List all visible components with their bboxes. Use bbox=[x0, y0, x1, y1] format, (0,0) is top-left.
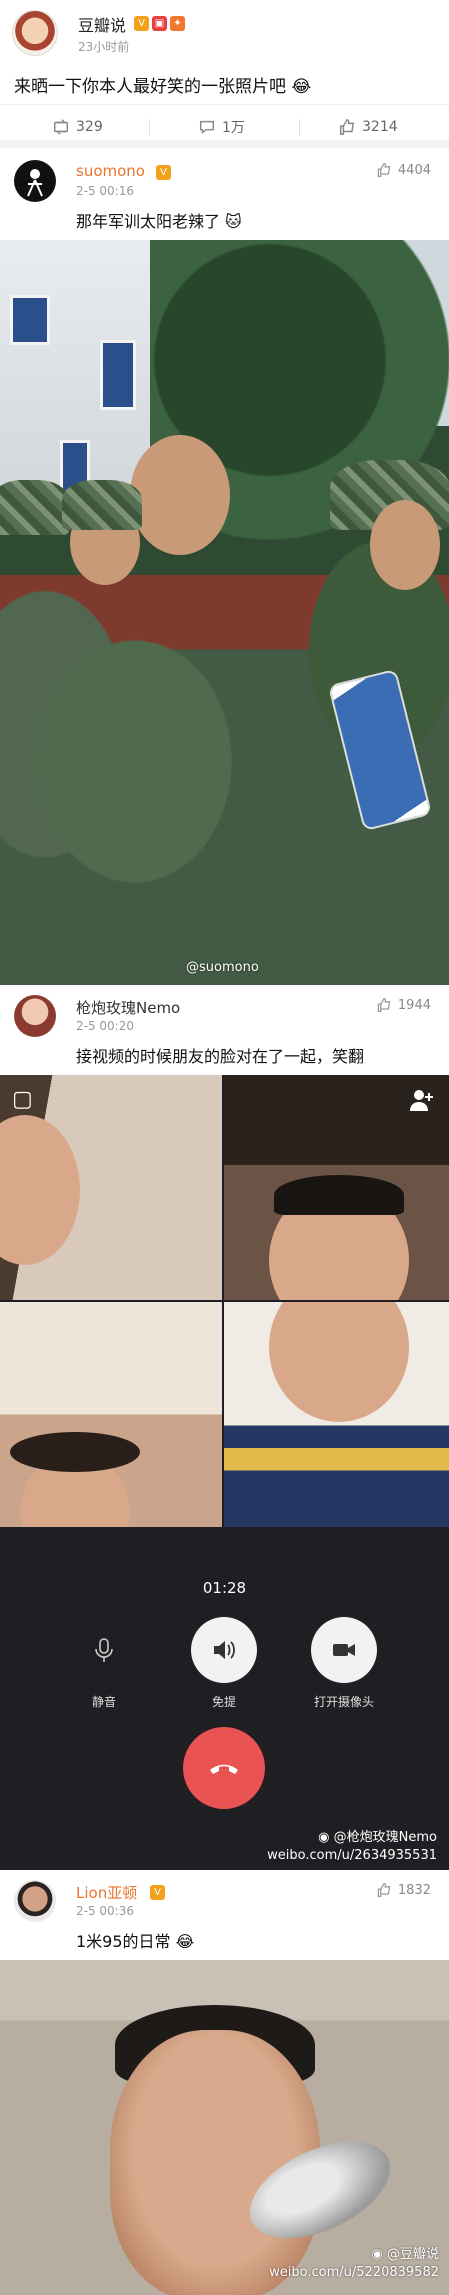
thumbs-up-icon bbox=[377, 997, 391, 1013]
comment-text: 接视频的时候朋友的脸对在了一起，笑翻 bbox=[76, 1047, 365, 1066]
comment-time: 2-5 00:20 bbox=[76, 1019, 134, 1033]
soldier-cap bbox=[0, 480, 70, 535]
phone-in-hand bbox=[327, 668, 433, 832]
commenter-name[interactable]: 枪炮玫瑰Nemo bbox=[76, 997, 180, 1018]
commenter-avatar[interactable] bbox=[14, 1880, 56, 1922]
speaker-icon bbox=[214, 1641, 235, 1659]
mute-label: 静音 bbox=[91, 1695, 116, 1709]
post-header: 豆瓣说 V ▣ ✦ 23小时前 来晒一下你本人最好笑的一张照片吧 😂 bbox=[0, 0, 449, 100]
weibo-logo-icon: ◉ bbox=[371, 2247, 383, 2262]
photo-watermark: @suomono bbox=[186, 960, 259, 975]
comment-item: 枪炮玫瑰Nemo 2-5 00:20 1944 接视频的时候朋友的脸对在了一起，… bbox=[0, 985, 449, 1075]
post-time: 23小时前 bbox=[78, 40, 130, 54]
like-count: 3214 bbox=[362, 119, 398, 135]
laugh-emoji-icon: 😂 bbox=[175, 1932, 195, 1951]
repost-icon bbox=[53, 119, 69, 135]
commenter-avatar[interactable] bbox=[14, 160, 56, 202]
verified-badge-icon: V bbox=[134, 16, 149, 31]
commenter-name[interactable]: Lion亚顿 bbox=[76, 1882, 137, 1903]
microphone-icon bbox=[95, 1638, 113, 1662]
phone-hangup-icon bbox=[210, 1764, 238, 1774]
comment-like-count: 4404 bbox=[397, 162, 431, 178]
soldier-face bbox=[370, 500, 440, 590]
hang-up-button[interactable] bbox=[183, 1727, 265, 1809]
participant-face bbox=[269, 1302, 409, 1422]
divider bbox=[149, 119, 150, 137]
thumbs-up-icon bbox=[339, 119, 355, 135]
post-action-bar: 329 1万 3214 bbox=[0, 104, 449, 148]
camera-minimize-icon[interactable]: ▢ bbox=[12, 1087, 33, 1112]
repost-button[interactable]: 329 bbox=[52, 115, 103, 139]
camera-label: 打开摄像头 bbox=[313, 1695, 374, 1709]
add-user-icon[interactable] bbox=[409, 1087, 435, 1113]
avatar-figure-icon bbox=[27, 169, 43, 197]
video-call-screenshot[interactable]: ▢ 01:28 静音 免提 打开摄像头 ◉ @枪炮玫瑰Nemo weibo.co… bbox=[0, 1075, 449, 1870]
video-watermark: ◉ @枪炮玫瑰Nemo weibo.com/u/2634935531 bbox=[267, 1830, 437, 1863]
divider bbox=[299, 119, 300, 137]
comment-time: 2-5 00:16 bbox=[76, 184, 134, 198]
like-button[interactable]: 3214 bbox=[338, 115, 398, 139]
comment-like-button[interactable]: 1832 bbox=[376, 1882, 431, 1898]
camera-button[interactable]: 打开摄像头 bbox=[304, 1617, 384, 1710]
comment-item: suomono V 2-5 00:16 4404 那年军训太阳老辣了 🐱 bbox=[0, 150, 449, 240]
comment-like-button[interactable]: 4404 bbox=[376, 162, 431, 178]
video-tile bbox=[0, 1302, 222, 1527]
comment-text: 那年军训太阳老辣了 🐱 bbox=[76, 212, 242, 231]
shaved-head bbox=[130, 435, 230, 555]
laugh-emoji-icon: 😂 bbox=[291, 77, 312, 97]
video-tile bbox=[224, 1302, 449, 1527]
comment-button[interactable]: 1万 bbox=[198, 115, 245, 139]
comment-count: 1万 bbox=[222, 120, 245, 136]
call-timer: 01:28 bbox=[202, 1579, 247, 1597]
repost-count: 329 bbox=[76, 119, 103, 135]
vip-badge-icon: ▣ bbox=[152, 16, 167, 31]
mute-button[interactable]: 静音 bbox=[64, 1617, 144, 1710]
comment-like-count: 1944 bbox=[397, 997, 431, 1013]
emoji-icon: 🐱 bbox=[225, 212, 242, 231]
comment-like-count: 1832 bbox=[397, 1882, 431, 1898]
speaker-button[interactable]: 免提 bbox=[184, 1617, 264, 1710]
photo-watermark: ◉ @豆瓣说 weibo.com/u/5220839582 bbox=[269, 2247, 439, 2280]
comment-photo-military-training[interactable]: @suomono bbox=[0, 240, 449, 985]
video-tile bbox=[0, 1075, 222, 1300]
post-text: 来晒一下你本人最好笑的一张照片吧 😂 bbox=[14, 77, 312, 97]
member-badge-icon: ✦ bbox=[170, 16, 185, 31]
thumbs-up-icon bbox=[377, 1882, 391, 1898]
author-name[interactable]: 豆瓣说 bbox=[78, 12, 126, 36]
speaker-label: 免提 bbox=[211, 1695, 236, 1709]
comment-like-button[interactable]: 1944 bbox=[376, 997, 431, 1013]
video-camera-icon bbox=[333, 1644, 355, 1656]
weibo-logo-icon: ◉ bbox=[318, 1830, 330, 1845]
comment-text: 1米95的日常 😂 bbox=[76, 1932, 195, 1951]
author-avatar[interactable] bbox=[12, 10, 58, 56]
comment-photo-shower[interactable]: ◉ @豆瓣说 weibo.com/u/5220839582 bbox=[0, 1960, 449, 2295]
verified-badge-icon: V bbox=[150, 1885, 165, 1900]
commenter-name[interactable]: suomono bbox=[76, 162, 145, 180]
verified-badge-icon: V bbox=[156, 165, 171, 180]
thumbs-up-icon bbox=[377, 162, 391, 178]
participant-face bbox=[0, 1115, 80, 1265]
comment-icon bbox=[199, 120, 215, 134]
comment-item: Lion亚顿 V 2-5 00:36 1832 1米95的日常 😂 bbox=[0, 1870, 449, 1960]
commenter-avatar[interactable] bbox=[14, 995, 56, 1037]
comment-time: 2-5 00:36 bbox=[76, 1904, 134, 1918]
soldier-cap bbox=[62, 480, 142, 530]
